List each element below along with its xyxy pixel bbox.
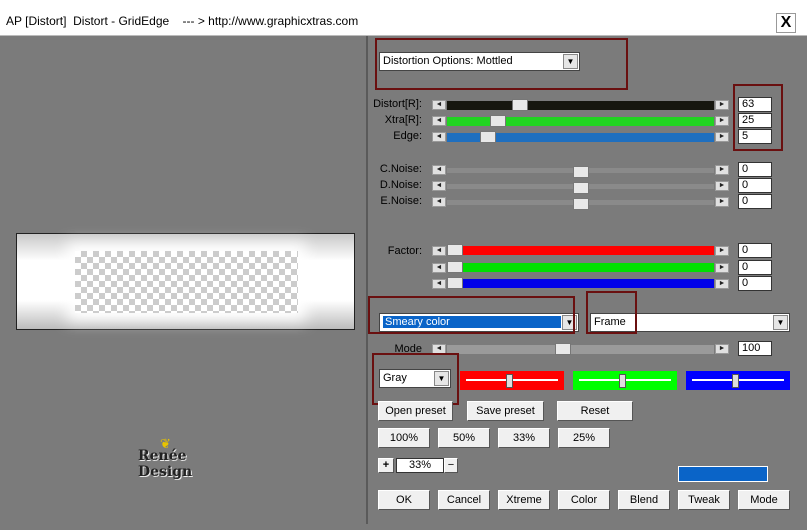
factor-slider-thumb[interactable] bbox=[447, 277, 463, 289]
color-button[interactable]: Color bbox=[558, 490, 610, 510]
zoom-in-button[interactable]: + bbox=[378, 458, 394, 473]
mode-slider[interactable] bbox=[447, 343, 714, 355]
slider-right-arrow-icon[interactable]: ► bbox=[715, 165, 729, 175]
slider-value-field[interactable]: 0 bbox=[738, 162, 772, 177]
factor-slider-track[interactable] bbox=[447, 277, 714, 289]
slider-thumb[interactable] bbox=[512, 99, 528, 111]
slider-label: Edge: bbox=[393, 130, 422, 142]
color-swatch[interactable] bbox=[460, 371, 564, 390]
title-bar: AP [Distort] Distort - GridEdge --- > ht… bbox=[0, 0, 807, 36]
save-preset-button[interactable]: Save preset bbox=[467, 401, 544, 421]
slider-label: D.Noise: bbox=[379, 179, 422, 191]
reset-button[interactable]: Reset bbox=[557, 401, 633, 421]
slider-right-arrow-icon[interactable]: ► bbox=[715, 279, 729, 289]
highlight-box bbox=[586, 291, 637, 334]
factor-value-field[interactable]: 0 bbox=[738, 276, 772, 291]
slider-left-arrow-icon[interactable]: ◄ bbox=[432, 246, 446, 256]
zoom-50-button[interactable]: 50% bbox=[438, 428, 490, 448]
slider-value-field[interactable]: 0 bbox=[738, 194, 772, 209]
color-swatch[interactable] bbox=[686, 371, 790, 390]
slider-left-arrow-icon[interactable]: ◄ bbox=[432, 263, 446, 273]
factor-label: Factor: bbox=[387, 245, 422, 257]
blend-button[interactable]: Blend bbox=[618, 490, 670, 510]
factor-slider-track[interactable] bbox=[447, 261, 714, 273]
swatch-slider-thumb[interactable] bbox=[506, 374, 513, 388]
slider-thumb[interactable] bbox=[480, 131, 496, 143]
zoom-value-field[interactable]: 33% bbox=[396, 458, 444, 473]
slider-track[interactable] bbox=[447, 182, 714, 194]
swatch-slider-thumb[interactable] bbox=[619, 374, 626, 388]
zoom-out-button[interactable]: − bbox=[444, 458, 458, 473]
close-button[interactable]: X bbox=[776, 13, 796, 33]
color-swatch[interactable] bbox=[573, 371, 677, 390]
slider-label: Distort[R]: bbox=[373, 98, 422, 110]
zoom-33-button[interactable]: 33% bbox=[498, 428, 550, 448]
slider-value-field[interactable]: 0 bbox=[738, 178, 772, 193]
ok-button[interactable]: OK bbox=[378, 490, 430, 510]
zoom-100-button[interactable]: 100% bbox=[378, 428, 430, 448]
cancel-button[interactable]: Cancel bbox=[438, 490, 490, 510]
highlight-box bbox=[368, 296, 575, 334]
slider-label: Xtra[R]: bbox=[384, 114, 422, 126]
swatch-slider-thumb[interactable] bbox=[732, 374, 739, 388]
slider-left-arrow-icon[interactable]: ◄ bbox=[432, 181, 446, 191]
slider-track[interactable] bbox=[447, 198, 714, 210]
mode-slider-thumb[interactable] bbox=[555, 343, 571, 355]
factor-slider-thumb[interactable] bbox=[447, 244, 463, 256]
highlight-box bbox=[372, 353, 459, 405]
slider-right-arrow-icon[interactable]: ► bbox=[715, 100, 729, 110]
slider-right-arrow-icon[interactable]: ► bbox=[715, 246, 729, 256]
slider-track[interactable] bbox=[447, 115, 714, 127]
slider-thumb[interactable] bbox=[490, 115, 506, 127]
window-title: AP [Distort] Distort - GridEdge --- > ht… bbox=[6, 14, 359, 28]
mode-value-field[interactable]: 100 bbox=[738, 341, 772, 356]
xtreme-button[interactable]: Xtreme bbox=[498, 490, 550, 510]
slider-thumb[interactable] bbox=[573, 182, 589, 194]
slider-right-arrow-icon[interactable]: ► bbox=[715, 116, 729, 126]
preview-image bbox=[16, 233, 355, 330]
slider-left-arrow-icon[interactable]: ◄ bbox=[432, 197, 446, 207]
slider-right-arrow-icon[interactable]: ► bbox=[715, 197, 729, 207]
transparency-checkerboard bbox=[75, 251, 298, 313]
zoom-25-button[interactable]: 25% bbox=[558, 428, 610, 448]
slider-right-arrow-icon[interactable]: ► bbox=[715, 132, 729, 142]
factor-value-field[interactable]: 0 bbox=[738, 260, 772, 275]
slider-left-arrow-icon[interactable]: ◄ bbox=[432, 279, 446, 289]
chevron-down-icon[interactable]: ▼ bbox=[773, 315, 788, 330]
tweak-button[interactable]: Tweak bbox=[678, 490, 730, 510]
highlight-box bbox=[375, 38, 628, 90]
factor-slider-thumb[interactable] bbox=[447, 261, 463, 273]
progress-bar bbox=[678, 466, 768, 482]
mode-button[interactable]: Mode bbox=[738, 490, 790, 510]
slider-track[interactable] bbox=[447, 166, 714, 178]
slider-left-arrow-icon[interactable]: ◄ bbox=[432, 165, 446, 175]
slider-label: C.Noise: bbox=[379, 163, 422, 175]
factor-value-field[interactable]: 0 bbox=[738, 243, 772, 258]
open-preset-button[interactable]: Open preset bbox=[378, 401, 453, 421]
slider-thumb[interactable] bbox=[573, 166, 589, 178]
highlight-box bbox=[733, 84, 783, 151]
slider-track[interactable] bbox=[447, 131, 714, 143]
renee-design-logo: ❦ Renée Design bbox=[138, 436, 238, 480]
slider-left-arrow-icon[interactable]: ◄ bbox=[432, 132, 446, 142]
slider-right-arrow-icon[interactable]: ► bbox=[715, 263, 729, 273]
slider-left-arrow-icon[interactable]: ◄ bbox=[432, 100, 446, 110]
slider-left-arrow-icon[interactable]: ◄ bbox=[432, 116, 446, 126]
slider-track[interactable] bbox=[447, 99, 714, 111]
slider-label: E.Noise: bbox=[380, 195, 422, 207]
factor-slider-track[interactable] bbox=[447, 244, 714, 256]
logo-text: Renée Design bbox=[138, 448, 193, 480]
slider-right-arrow-icon[interactable]: ► bbox=[715, 181, 729, 191]
slider-thumb[interactable] bbox=[573, 198, 589, 210]
slider-right-arrow-icon[interactable]: ► bbox=[715, 344, 729, 354]
